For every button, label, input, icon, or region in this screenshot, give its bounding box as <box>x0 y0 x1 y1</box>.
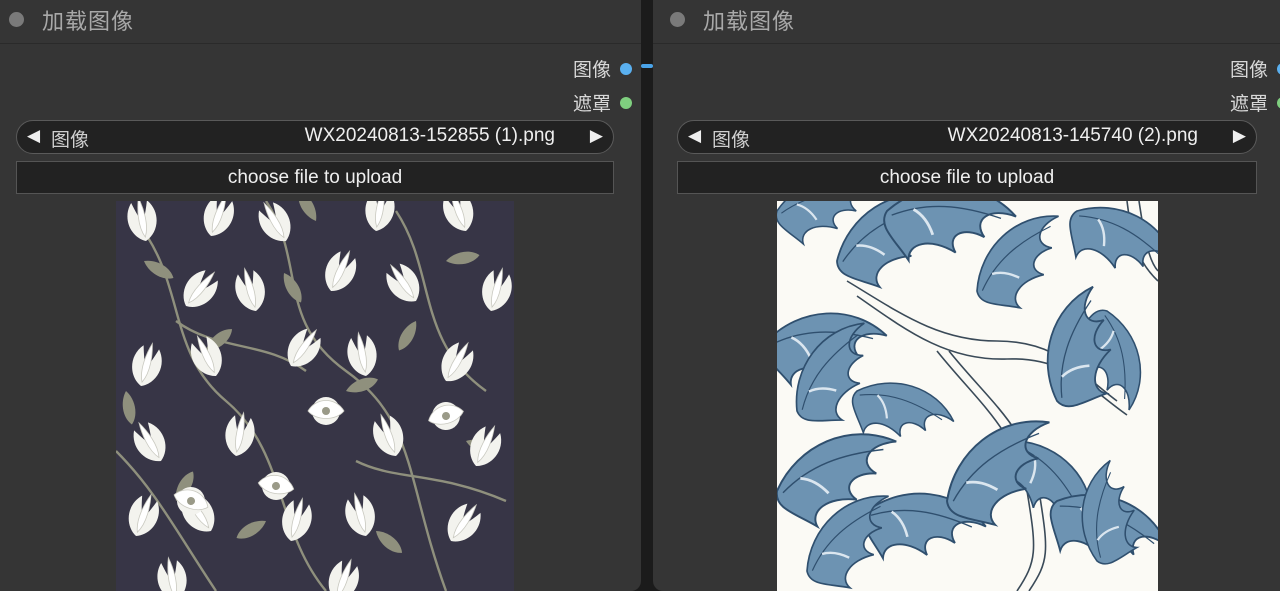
image-preview <box>116 201 514 591</box>
output-image[interactable]: 图像 <box>573 55 632 82</box>
next-arrow-icon[interactable]: ▶ <box>590 126 603 146</box>
mask-port-icon[interactable] <box>620 96 632 109</box>
acanthus-pattern-image <box>777 201 1158 591</box>
combo-label: 图像 <box>51 129 90 151</box>
prev-arrow-icon[interactable]: ◀ <box>27 126 40 146</box>
next-arrow-icon[interactable]: ▶ <box>1233 126 1246 146</box>
output-image-label: 图像 <box>1229 59 1268 81</box>
output-mask-label: 遮罩 <box>572 93 611 115</box>
load-image-node-2[interactable]: 加载图像 图像 遮罩 ◀ 图像 WX20240813-145740 (2).pn… <box>653 0 1280 591</box>
collapse-dot-icon[interactable] <box>9 12 24 27</box>
prev-arrow-icon[interactable]: ◀ <box>688 126 701 146</box>
combo-value[interactable]: WX20240813-145740 (2).png <box>948 125 1198 147</box>
image-port-icon[interactable] <box>620 62 632 75</box>
output-image[interactable]: 图像 <box>1230 55 1280 82</box>
upload-button[interactable]: choose file to upload <box>677 161 1257 194</box>
collapse-dot-icon[interactable] <box>670 12 685 27</box>
output-mask[interactable]: 遮罩 <box>573 89 632 116</box>
node-title: 加载图像 <box>703 10 796 35</box>
node-title-bar[interactable]: 加载图像 <box>0 0 641 44</box>
load-image-node-1[interactable]: 加载图像 图像 遮罩 ◀ 图像 WX20240813-152855 (1).pn… <box>0 0 641 591</box>
magnolia-pattern-image <box>116 201 514 591</box>
output-mask-label: 遮罩 <box>1229 93 1268 115</box>
image-preview <box>777 201 1158 591</box>
output-image-label: 图像 <box>572 59 611 81</box>
image-combo-widget[interactable]: ◀ 图像 WX20240813-152855 (1).png ▶ <box>16 120 614 154</box>
node-title-bar[interactable]: 加载图像 <box>653 0 1280 44</box>
output-mask[interactable]: 遮罩 <box>1230 89 1280 116</box>
combo-label: 图像 <box>712 129 751 151</box>
node-title: 加载图像 <box>42 10 135 35</box>
image-link-wire <box>641 64 653 68</box>
combo-value[interactable]: WX20240813-152855 (1).png <box>305 125 555 147</box>
upload-button[interactable]: choose file to upload <box>16 161 614 194</box>
node-canvas[interactable]: 加载图像 图像 遮罩 ◀ 图像 WX20240813-152855 (1).pn… <box>0 0 1280 591</box>
image-combo-widget[interactable]: ◀ 图像 WX20240813-145740 (2).png ▶ <box>677 120 1257 154</box>
